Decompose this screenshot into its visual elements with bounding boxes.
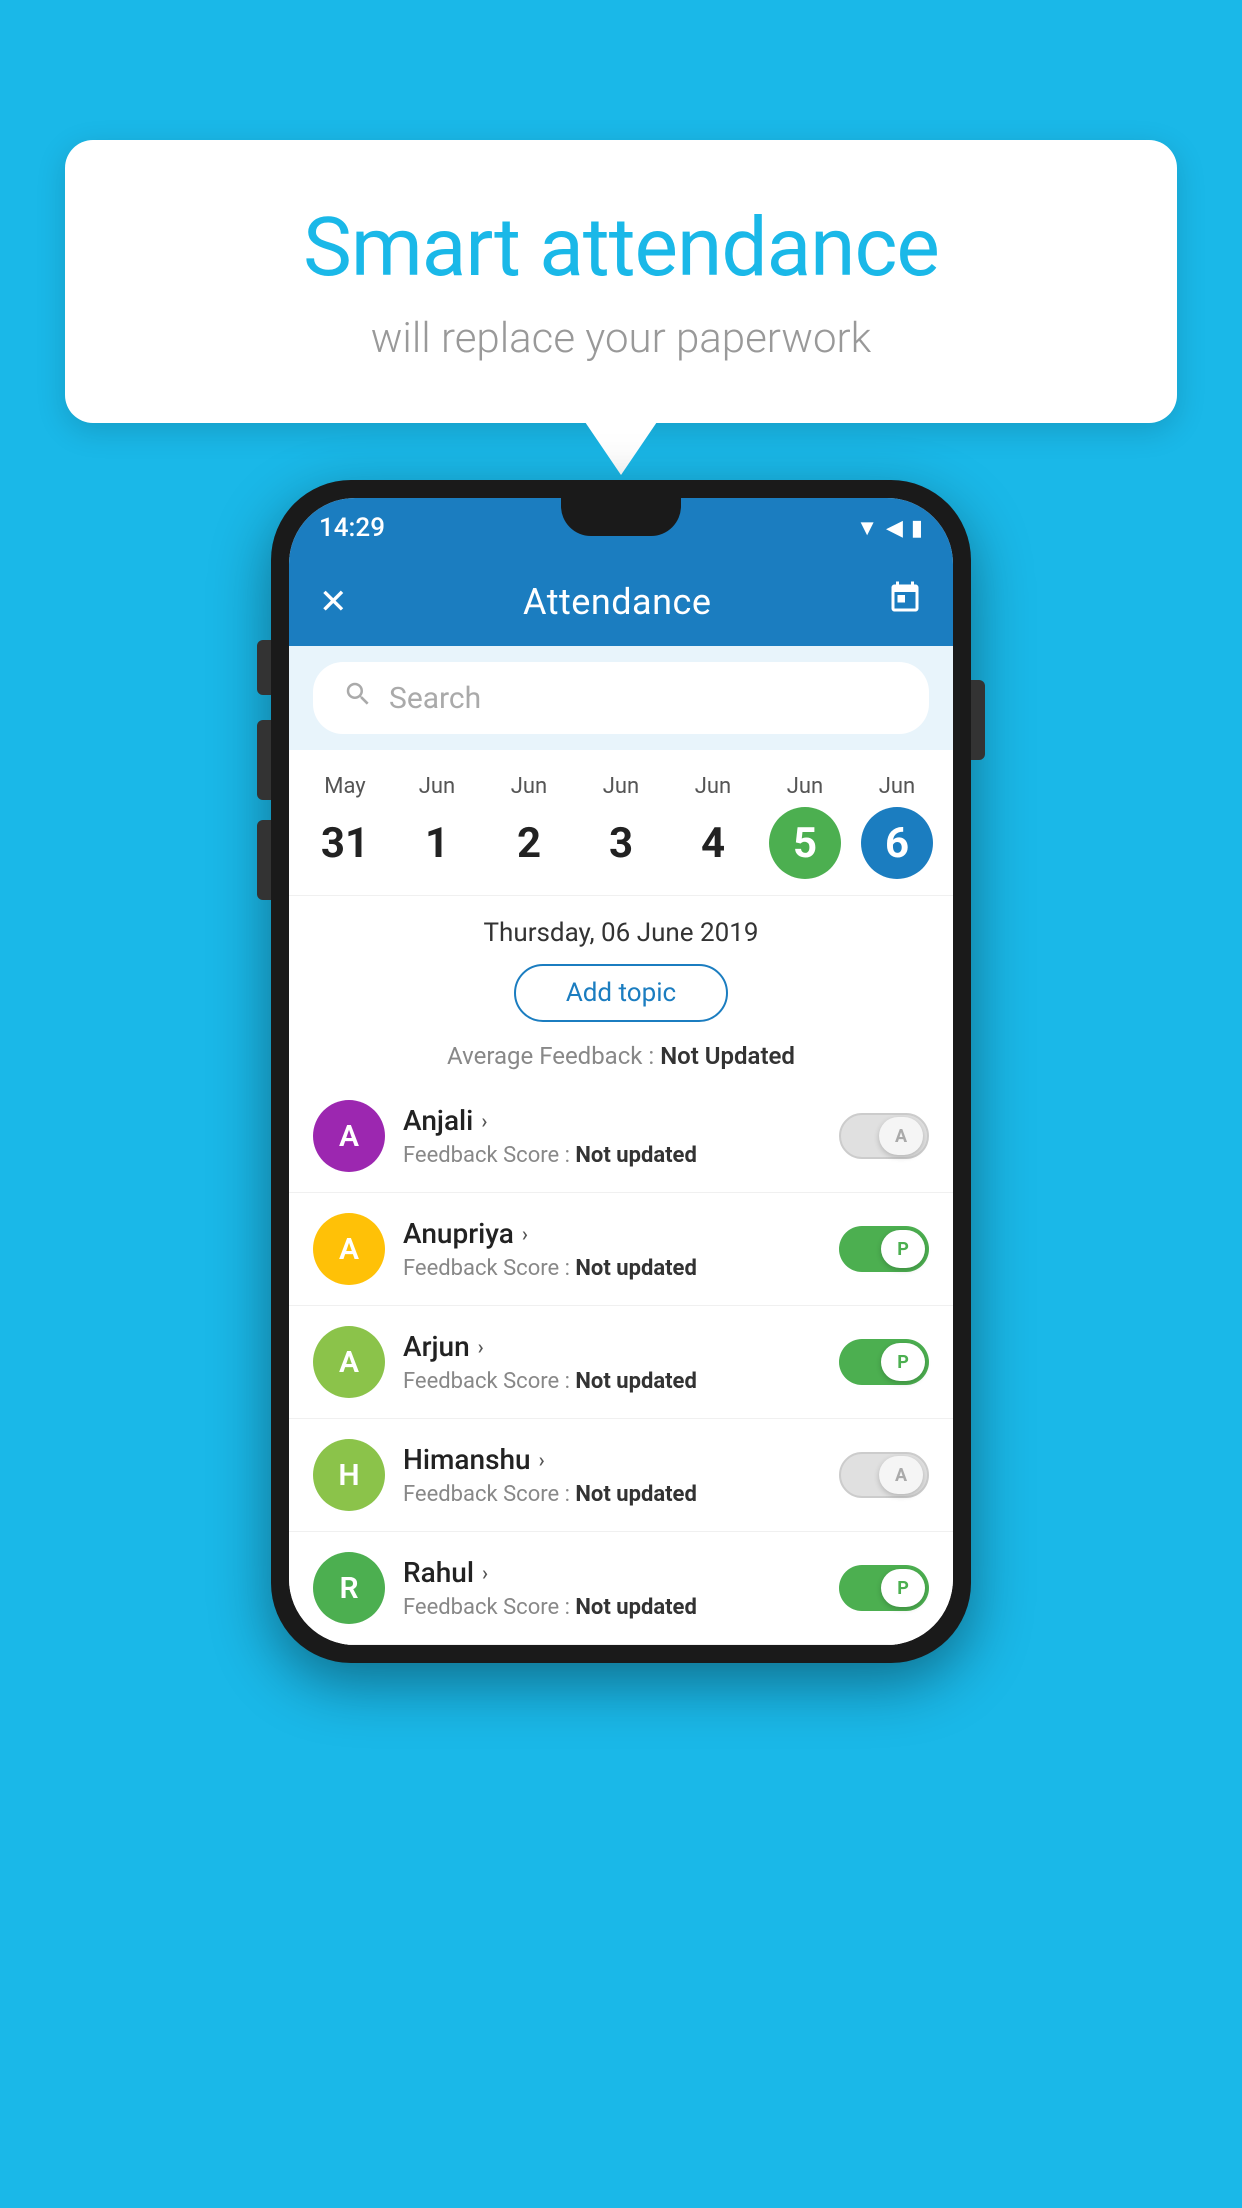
- cal-date-label: 4: [677, 807, 749, 879]
- student-avatar: A: [313, 1100, 385, 1172]
- power-button: [257, 640, 271, 695]
- student-item[interactable]: A Anupriya › Feedback Score : Not updated P: [289, 1193, 953, 1306]
- student-info: Arjun › Feedback Score : Not updated: [403, 1330, 821, 1394]
- selected-date-label: Thursday, 06 June 2019: [313, 918, 929, 948]
- cal-date-label: 1: [401, 807, 473, 879]
- cal-month-label: Jun: [879, 774, 915, 799]
- cal-day-1[interactable]: Jun 1: [397, 774, 477, 879]
- avg-feedback-label: Average Feedback :: [447, 1042, 654, 1070]
- cal-date-label: 3: [585, 807, 657, 879]
- chevron-icon: ›: [478, 1335, 484, 1359]
- app-title: Attendance: [523, 581, 711, 623]
- feedback-score: Feedback Score : Not updated: [403, 1143, 821, 1168]
- wifi-icon: ▼: [856, 515, 878, 541]
- student-name: Himanshu ›: [403, 1443, 821, 1476]
- cal-date-label: 6: [861, 807, 933, 879]
- phone-frame: 14:29 ▼ ◀ ▮ ✕ Attendance: [271, 480, 971, 1663]
- attendance-toggle[interactable]: P: [839, 1339, 929, 1385]
- student-name: Anupriya ›: [403, 1217, 821, 1250]
- cal-month-label: May: [324, 774, 365, 799]
- student-item[interactable]: A Anjali › Feedback Score : Not updated A: [289, 1080, 953, 1193]
- bubble-subtitle: will replace your paperwork: [135, 314, 1107, 363]
- date-info: Thursday, 06 June 2019 Add topic Average…: [289, 896, 953, 1080]
- cal-day-0[interactable]: May 31: [305, 774, 385, 879]
- student-name: Anjali ›: [403, 1104, 821, 1137]
- search-icon: [343, 679, 373, 717]
- chevron-icon: ›: [539, 1448, 545, 1472]
- chevron-icon: ›: [481, 1109, 487, 1133]
- toggle-knob: A: [879, 1117, 923, 1155]
- student-info: Anjali › Feedback Score : Not updated: [403, 1104, 821, 1168]
- status-time: 14:29: [319, 513, 385, 543]
- cal-month-label: Jun: [787, 774, 823, 799]
- battery-icon: ▮: [911, 516, 923, 541]
- add-topic-button[interactable]: Add topic: [514, 964, 728, 1022]
- cal-date-label: 31: [309, 807, 381, 879]
- search-placeholder: Search: [389, 681, 481, 716]
- close-button[interactable]: ✕: [319, 582, 348, 622]
- toggle-knob: P: [881, 1569, 925, 1607]
- student-info: Himanshu › Feedback Score : Not updated: [403, 1443, 821, 1507]
- toggle-knob: P: [881, 1343, 925, 1381]
- bubble-title: Smart attendance: [135, 200, 1107, 296]
- volume-button: [971, 680, 985, 760]
- student-info: Rahul › Feedback Score : Not updated: [403, 1556, 821, 1620]
- toggle-knob: P: [881, 1230, 925, 1268]
- status-icons: ▼ ◀ ▮: [856, 515, 923, 541]
- cal-day-2[interactable]: Jun 2: [489, 774, 569, 879]
- phone-wrapper: 14:29 ▼ ◀ ▮ ✕ Attendance: [271, 480, 971, 1663]
- student-name: Arjun ›: [403, 1330, 821, 1363]
- student-avatar: H: [313, 1439, 385, 1511]
- phone-screen: 14:29 ▼ ◀ ▮ ✕ Attendance: [289, 498, 953, 1645]
- student-avatar: A: [313, 1213, 385, 1285]
- avg-feedback: Average Feedback : Not Updated: [313, 1042, 929, 1070]
- volume-up-button: [257, 720, 271, 800]
- cal-month-label: Jun: [419, 774, 455, 799]
- student-avatar: A: [313, 1326, 385, 1398]
- app-bar: ✕ Attendance: [289, 558, 953, 646]
- student-avatar: R: [313, 1552, 385, 1624]
- cal-day-3[interactable]: Jun 3: [581, 774, 661, 879]
- cal-month-label: Jun: [511, 774, 547, 799]
- signal-icon: ◀: [886, 516, 903, 541]
- avg-feedback-value: Not Updated: [660, 1042, 795, 1070]
- search-bar[interactable]: Search: [313, 662, 929, 734]
- speech-bubble-container: Smart attendance will replace your paper…: [65, 140, 1177, 423]
- student-list: AAnjali ›Feedback Score : Not updatedAAA…: [289, 1080, 953, 1645]
- chevron-icon: ›: [482, 1561, 488, 1585]
- attendance-toggle[interactable]: A: [839, 1452, 929, 1498]
- cal-date-label: 5: [769, 807, 841, 879]
- chevron-icon: ›: [522, 1222, 528, 1246]
- notch: [561, 498, 681, 536]
- cal-date-label: 2: [493, 807, 565, 879]
- student-item[interactable]: A Arjun › Feedback Score : Not updated P: [289, 1306, 953, 1419]
- student-item[interactable]: H Himanshu › Feedback Score : Not updated A: [289, 1419, 953, 1532]
- attendance-toggle[interactable]: P: [839, 1565, 929, 1611]
- volume-down-button: [257, 820, 271, 900]
- feedback-score: Feedback Score : Not updated: [403, 1482, 821, 1507]
- calendar-strip: May 31 Jun 1 Jun 2 Jun 3 Jun 4 Jun 5 Jun 6: [289, 750, 953, 896]
- search-wrapper: Search: [289, 646, 953, 750]
- toggle-knob: A: [879, 1456, 923, 1494]
- cal-month-label: Jun: [603, 774, 639, 799]
- cal-day-5[interactable]: Jun 5: [765, 774, 845, 879]
- student-name: Rahul ›: [403, 1556, 821, 1589]
- cal-day-6[interactable]: Jun 6: [857, 774, 937, 879]
- status-bar: 14:29 ▼ ◀ ▮: [289, 498, 953, 558]
- cal-day-4[interactable]: Jun 4: [673, 774, 753, 879]
- feedback-score: Feedback Score : Not updated: [403, 1595, 821, 1620]
- feedback-score: Feedback Score : Not updated: [403, 1369, 821, 1394]
- attendance-toggle[interactable]: P: [839, 1226, 929, 1272]
- attendance-toggle[interactable]: A: [839, 1113, 929, 1159]
- calendar-button[interactable]: [887, 580, 923, 625]
- cal-month-label: Jun: [695, 774, 731, 799]
- feedback-score: Feedback Score : Not updated: [403, 1256, 821, 1281]
- student-item[interactable]: R Rahul › Feedback Score : Not updated P: [289, 1532, 953, 1645]
- student-info: Anupriya › Feedback Score : Not updated: [403, 1217, 821, 1281]
- speech-bubble: Smart attendance will replace your paper…: [65, 140, 1177, 423]
